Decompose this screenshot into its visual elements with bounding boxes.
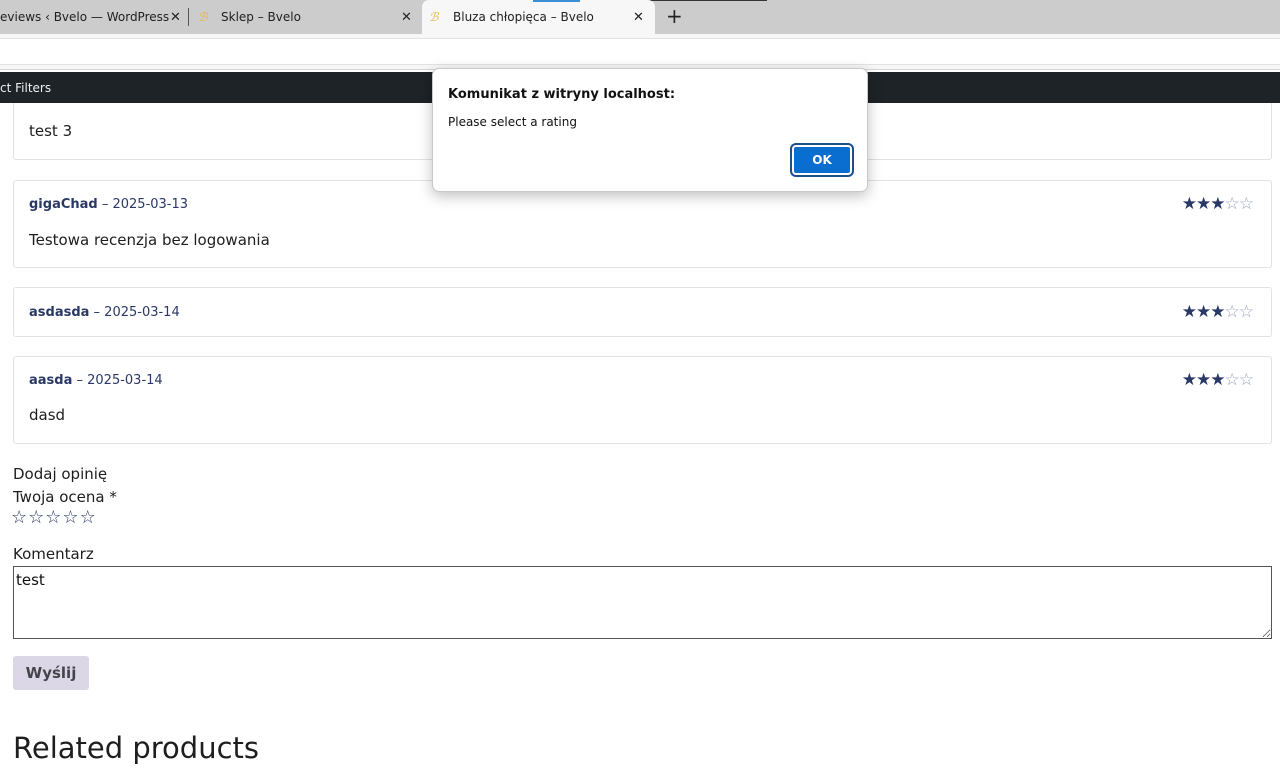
rating-star-3-icon[interactable]: ☆ xyxy=(45,507,62,528)
browser-toolbar xyxy=(0,34,1280,70)
review-separator: – xyxy=(72,373,88,388)
star-empty-icon: ☆ xyxy=(1238,194,1254,214)
review-item: asdasda – 2025-03-14 ★★★☆☆ xyxy=(13,287,1272,337)
related-products-heading: Related products xyxy=(13,731,260,765)
review-author: aasda xyxy=(29,373,73,388)
new-tab-plus-icon[interactable]: + xyxy=(666,5,683,27)
star-empty-icon: ☆ xyxy=(1224,302,1240,322)
review-date: 2025-03-14 xyxy=(104,305,180,320)
star-empty-icon: ☆ xyxy=(1238,370,1254,390)
review-item: aasda – 2025-03-14 ★★★☆☆ dasd xyxy=(13,356,1272,444)
star-empty-icon: ☆ xyxy=(1224,194,1240,214)
close-icon[interactable]: ✕ xyxy=(633,10,644,25)
review-rating-stars: ★★★☆☆ xyxy=(1181,194,1254,214)
comment-label: Komentarz xyxy=(13,545,94,563)
star-filled-icon: ★ xyxy=(1181,194,1197,214)
rating-star-1-icon[interactable]: ☆ xyxy=(11,507,28,528)
dialog-ok-button[interactable]: OK xyxy=(790,143,854,177)
star-filled-icon: ★ xyxy=(1210,194,1225,214)
review-separator: – xyxy=(89,305,105,320)
review-date: 2025-03-13 xyxy=(112,197,189,212)
review-text: test 3 xyxy=(29,122,73,140)
address-bar[interactable] xyxy=(0,38,1280,65)
tab-label: Sklep – Bvelo xyxy=(221,10,301,24)
rating-star-2-icon[interactable]: ☆ xyxy=(28,507,45,528)
rating-star-4-icon[interactable]: ☆ xyxy=(62,507,79,528)
review-rating-stars: ★★★☆☆ xyxy=(1181,302,1254,322)
review-meta: asdasda – 2025-03-14 xyxy=(29,305,180,320)
star-filled-icon: ★ xyxy=(1210,302,1225,322)
review-separator: – xyxy=(97,197,113,212)
close-icon[interactable]: ✕ xyxy=(170,10,181,25)
admin-bar-product-filters[interactable]: ct Filters xyxy=(0,81,51,95)
star-filled-icon: ★ xyxy=(1196,370,1211,390)
rating-label: Twoja ocena * xyxy=(13,488,117,506)
tab-label: eviews ‹ Bvelo — WordPress xyxy=(0,10,170,24)
submit-review-button[interactable]: Wyślij xyxy=(13,656,89,690)
review-text: dasd xyxy=(29,406,66,424)
tab-label: Bluza chłopięca – Bvelo xyxy=(453,10,594,24)
star-filled-icon: ★ xyxy=(1196,302,1211,322)
review-meta: aasda – 2025-03-14 xyxy=(29,373,163,388)
review-author: gigaChad xyxy=(29,197,98,212)
review-form-title: Dodaj opinię xyxy=(13,465,108,483)
star-filled-icon: ★ xyxy=(1196,194,1211,214)
star-filled-icon: ★ xyxy=(1210,370,1225,390)
rating-star-5-icon[interactable]: ☆ xyxy=(80,507,97,528)
star-filled-icon: ★ xyxy=(1181,302,1197,322)
star-filled-icon: ★ xyxy=(1181,370,1197,390)
browser-tab-sklep[interactable]: ℬ Sklep – Bvelo ✕ xyxy=(190,0,420,34)
close-icon[interactable]: ✕ xyxy=(401,10,412,25)
comment-textarea[interactable]: test xyxy=(13,566,1272,639)
review-date: 2025-03-14 xyxy=(87,373,163,388)
bvelo-favicon-icon: ℬ xyxy=(198,10,208,24)
browser-tab-strip: eviews ‹ Bvelo — WordPress ✕ ℬ Sklep – B… xyxy=(0,0,1280,34)
browser-tab-wordpress[interactable]: eviews ‹ Bvelo — WordPress ✕ xyxy=(0,0,188,34)
bvelo-favicon-icon: ℬ xyxy=(429,10,439,24)
tab-separator xyxy=(188,8,189,26)
star-empty-icon: ☆ xyxy=(1224,370,1240,390)
star-empty-icon: ☆ xyxy=(1238,302,1254,322)
review-rating-stars: ★★★☆☆ xyxy=(1181,370,1254,390)
dialog-message: Please select a rating xyxy=(448,115,577,129)
review-text: Testowa recenzja bez logowania xyxy=(29,231,270,249)
review-item: gigaChad – 2025-03-13 ★★★☆☆ Testowa rece… xyxy=(13,180,1272,268)
alert-dialog: Komunikat z witryny localhost: Please se… xyxy=(432,68,868,192)
review-meta: gigaChad – 2025-03-13 xyxy=(29,197,188,212)
dialog-title: Komunikat z witryny localhost: xyxy=(448,87,676,102)
browser-tab-bluza-active[interactable]: ℬ Bluza chłopięca – Bvelo ✕ xyxy=(422,0,655,34)
rating-star-picker[interactable]: ☆☆☆☆☆ xyxy=(11,507,97,528)
review-author: asdasda xyxy=(29,305,90,320)
tab-loading-indicator xyxy=(533,0,580,2)
